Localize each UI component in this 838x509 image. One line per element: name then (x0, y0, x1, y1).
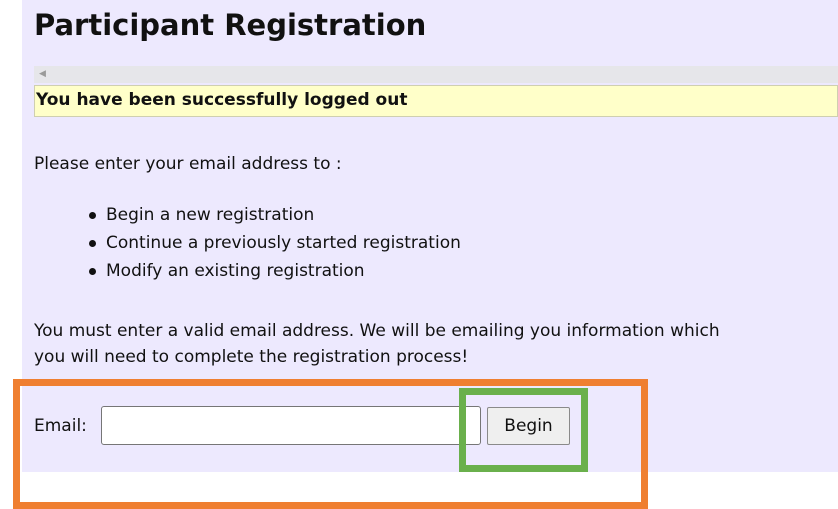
logout-notice: You have been successfully logged out (34, 85, 838, 117)
registration-options-list: Begin a new registration Continue a prev… (34, 201, 461, 285)
list-item: Begin a new registration (34, 201, 461, 229)
horizontal-scrollbar[interactable]: ◀ (34, 66, 838, 83)
list-item: Modify an existing registration (34, 257, 461, 285)
begin-button[interactable]: Begin (487, 407, 570, 445)
email-field[interactable] (101, 406, 481, 445)
email-label: Email: (34, 416, 87, 436)
intro-text: Please enter your email address to : (34, 154, 342, 174)
list-item: Continue a previously started registrati… (34, 229, 461, 257)
logout-notice-text: You have been successfully logged out (36, 90, 408, 110)
instructions-line-2: you will need to complete the registrati… (34, 347, 469, 367)
left-arrow-icon[interactable]: ◀ (39, 67, 46, 82)
page-title: Participant Registration (34, 8, 427, 42)
instructions-line-1: You must enter a valid email address. We… (34, 321, 720, 341)
